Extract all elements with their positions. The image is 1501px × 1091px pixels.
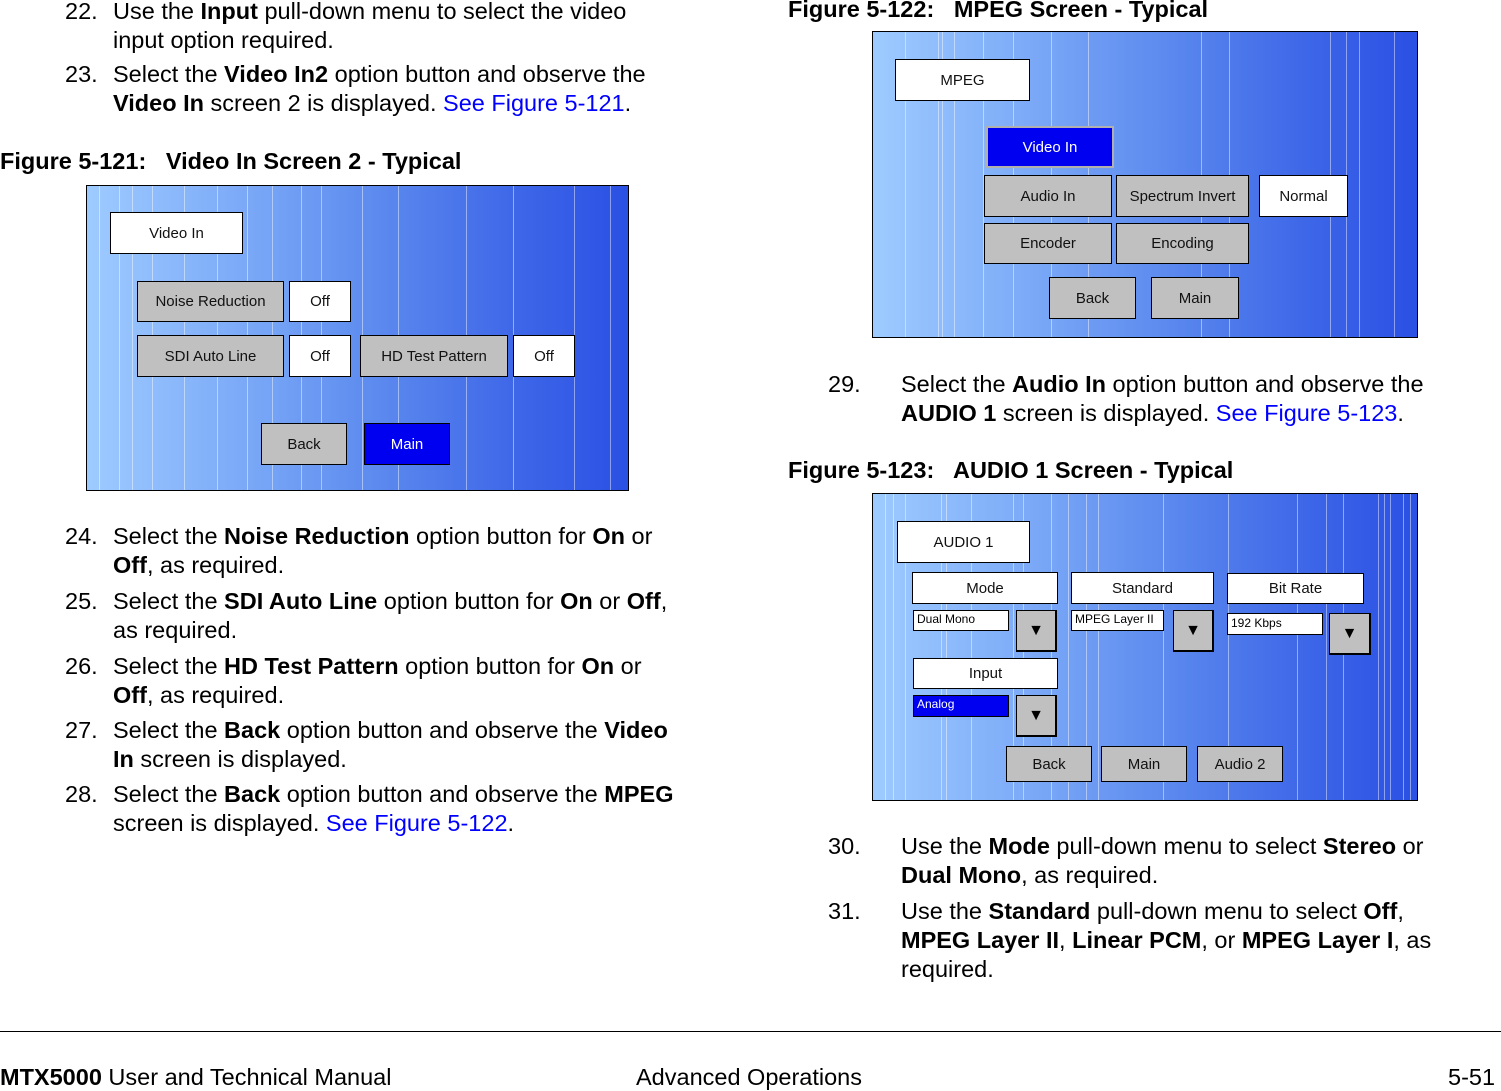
input-label: Input	[913, 658, 1058, 689]
encoder-button[interactable]: Encoder	[984, 223, 1112, 264]
noise-reduction-value[interactable]: Off	[289, 281, 351, 322]
noise-reduction-button[interactable]: Noise Reduction	[137, 281, 284, 322]
mode-label: Mode	[912, 572, 1058, 604]
back-button[interactable]: Back	[1049, 277, 1136, 319]
footer-section: Advanced Operations	[636, 1064, 863, 1090]
audio-1-screen: AUDIO 1 Mode Dual Mono ▼ Standard MPEG L…	[872, 493, 1418, 801]
main-button[interactable]: Main	[364, 423, 450, 465]
standard-dropdown-button[interactable]: ▼	[1173, 610, 1214, 652]
hd-test-pattern-value[interactable]: Off	[513, 335, 575, 377]
bit-rate-dropdown-value[interactable]: 192 Kbps	[1227, 613, 1323, 635]
sdi-auto-line-value[interactable]: Off	[289, 335, 351, 377]
figure-5-123-title: Figure 5-123: AUDIO 1 Screen - Typical	[788, 457, 1234, 483]
sdi-auto-line-button[interactable]: SDI Auto Line	[137, 335, 284, 377]
standard-dropdown-value[interactable]: MPEG Layer II	[1071, 610, 1164, 631]
figure-5-121-title: Figure 5-121: Video In Screen 2 - Typica…	[0, 148, 462, 174]
screen-title-video-in: Video In	[110, 212, 243, 254]
input-dropdown-value[interactable]: Analog	[913, 695, 1009, 717]
main-button[interactable]: Main	[1151, 277, 1239, 319]
spectrum-invert-value[interactable]: Normal	[1259, 175, 1348, 217]
figure-link-5-122[interactable]: See Figure 5-122	[326, 810, 508, 836]
figure-link-5-121[interactable]: See Figure 5-121	[443, 90, 625, 116]
hd-test-pattern-button[interactable]: HD Test Pattern	[360, 335, 508, 377]
screen-title-audio-1: AUDIO 1	[897, 521, 1030, 563]
mode-dropdown-value[interactable]: Dual Mono	[913, 610, 1009, 631]
mpeg-screen: MPEG Video In Audio In Spectrum Invert N…	[872, 31, 1418, 338]
back-button[interactable]: Back	[261, 423, 347, 465]
encoding-button[interactable]: Encoding	[1116, 223, 1249, 264]
footer-page-number: 5-51	[1448, 1064, 1496, 1090]
audio-2-button[interactable]: Audio 2	[1197, 746, 1283, 782]
figure-5-122-title: Figure 5-122: MPEG Screen - Typical	[788, 0, 1209, 22]
standard-label: Standard	[1071, 572, 1214, 604]
input-dropdown-button[interactable]: ▼	[1016, 695, 1057, 737]
bit-rate-label: Bit Rate	[1227, 573, 1364, 604]
audio-in-button[interactable]: Audio In	[984, 175, 1112, 217]
chevron-down-icon: ▼	[1028, 706, 1044, 724]
footer-divider	[0, 1031, 1501, 1032]
chevron-down-icon: ▼	[1028, 621, 1044, 639]
mode-dropdown-button[interactable]: ▼	[1016, 610, 1057, 652]
chevron-down-icon: ▼	[1185, 621, 1201, 639]
video-in-screen-2: Video In Noise Reduction Off SDI Auto Li…	[86, 185, 629, 491]
main-button[interactable]: Main	[1101, 746, 1187, 782]
video-in-button[interactable]: Video In	[986, 126, 1114, 168]
back-button[interactable]: Back	[1006, 746, 1092, 782]
figure-link-5-123[interactable]: See Figure 5-123	[1216, 400, 1398, 426]
chevron-down-icon: ▼	[1341, 624, 1358, 642]
footer-manual-title: MTX5000 User and Technical Manual	[0, 1064, 392, 1090]
screen-title-mpeg: MPEG	[895, 59, 1030, 101]
bit-rate-dropdown-button[interactable]: ▼	[1329, 613, 1371, 655]
spectrum-invert-button[interactable]: Spectrum Invert	[1116, 175, 1249, 217]
